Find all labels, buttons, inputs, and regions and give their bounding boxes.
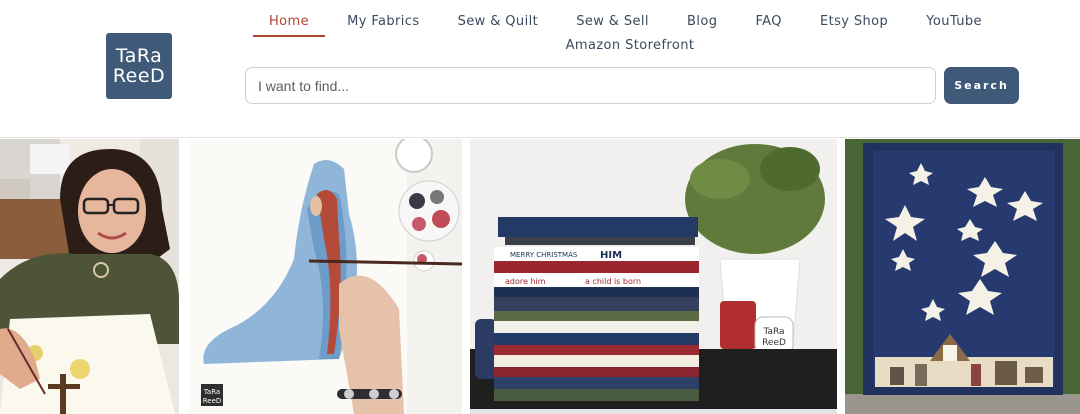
photo-gallery: TaRa ReeD TaRa ReeD MERRY CHRISTMAS HIM bbox=[0, 139, 1080, 414]
artist-portrait-image bbox=[0, 139, 179, 414]
search-button[interactable]: Search bbox=[944, 67, 1019, 104]
nav-item-youtube[interactable]: YouTube bbox=[926, 10, 982, 34]
nav-item-faq[interactable]: FAQ bbox=[755, 10, 781, 34]
search-input[interactable] bbox=[245, 67, 936, 104]
nav-item-amazon-storefront[interactable]: Amazon Storefront bbox=[566, 34, 695, 58]
nav-item-sew-quilt[interactable]: Sew & Quilt bbox=[458, 10, 538, 34]
site-header: TaRa ReeD Home My Fabrics Sew & Quilt Se… bbox=[0, 0, 1080, 138]
main-navigation: Home My Fabrics Sew & Quilt Sew & Sell B… bbox=[250, 10, 1010, 58]
logo-line-1: TaRa bbox=[115, 45, 163, 67]
nav-item-home[interactable]: Home bbox=[253, 10, 325, 37]
fabric-text-4: a child is born bbox=[585, 277, 641, 286]
nav-row-secondary: Amazon Storefront bbox=[250, 34, 1010, 58]
mary-watercolor-photo[interactable]: TaRa ReeD bbox=[189, 139, 462, 414]
nav-item-my-fabrics[interactable]: My Fabrics bbox=[347, 10, 419, 34]
fabric-stack-image: TaRa ReeD MERRY CHRISTMAS HIM adore him … bbox=[470, 139, 837, 414]
fabric-text-2: HIM bbox=[600, 250, 622, 261]
nativity-quilt-photo[interactable] bbox=[845, 139, 1080, 414]
fabric-text-1: MERRY CHRISTMAS bbox=[510, 251, 578, 259]
nav-row-primary: Home My Fabrics Sew & Quilt Sew & Sell B… bbox=[250, 10, 1010, 37]
nav-item-blog[interactable]: Blog bbox=[687, 10, 717, 34]
logo-line-2: ReeD bbox=[112, 65, 166, 87]
svg-text:ReeD: ReeD bbox=[203, 397, 222, 405]
fabric-tag-logo: TaRa bbox=[762, 327, 784, 337]
mary-watercolor-image: TaRa ReeD bbox=[189, 139, 462, 414]
fabric-stack-photo[interactable]: TaRa ReeD MERRY CHRISTMAS HIM adore him … bbox=[470, 139, 837, 414]
tara-reed-logo[interactable]: TaRa ReeD bbox=[106, 33, 172, 99]
nav-item-etsy-shop[interactable]: Etsy Shop bbox=[820, 10, 888, 34]
artist-portrait-photo[interactable] bbox=[0, 139, 179, 414]
painting-watermark: TaRa bbox=[203, 388, 220, 396]
nativity-quilt-image bbox=[845, 139, 1080, 414]
svg-text:ReeD: ReeD bbox=[762, 338, 786, 348]
nav-item-sew-sell[interactable]: Sew & Sell bbox=[576, 10, 649, 34]
fabric-text-3: adore him bbox=[505, 277, 546, 286]
